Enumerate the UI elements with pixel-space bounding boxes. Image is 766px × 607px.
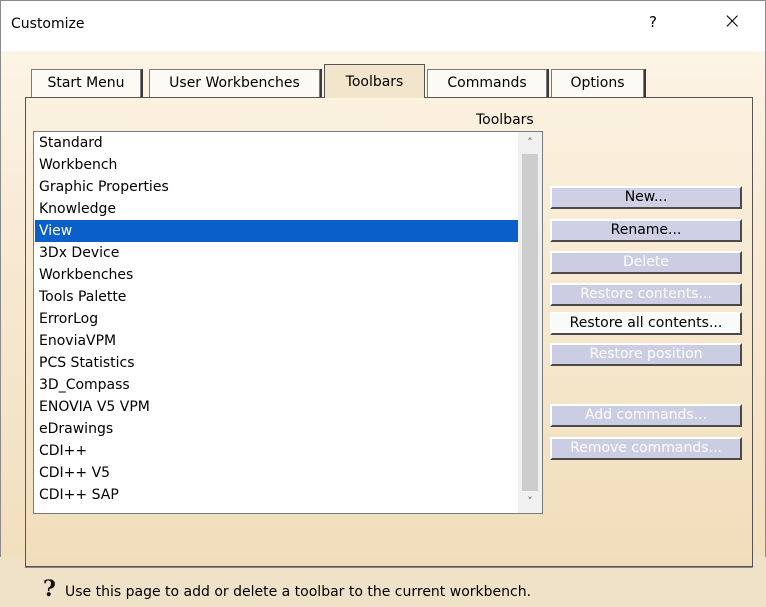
- tab-start-menu[interactable]: Start Menu: [31, 69, 141, 97]
- restore-contents-button[interactable]: Restore contents...: [550, 283, 742, 306]
- list-item[interactable]: 3D_Compass: [35, 374, 519, 396]
- restore-all-contents-button[interactable]: Restore all contents...: [550, 312, 742, 335]
- status-text: Use this page to add or delete a toolbar…: [65, 584, 532, 600]
- list-item[interactable]: PCS Statistics: [35, 352, 519, 374]
- list-scrollbar[interactable]: ˄ ˅: [518, 132, 542, 513]
- status-bar: ? Use this page to add or delete a toolb…: [25, 567, 753, 607]
- rename-toolbar-button[interactable]: Rename...: [550, 219, 742, 242]
- list-item[interactable]: CDI++ V5: [35, 462, 519, 484]
- delete-toolbar-button[interactable]: Delete: [550, 251, 742, 274]
- list-item[interactable]: eDrawings: [35, 418, 519, 440]
- tab-user-workbenches[interactable]: User Workbenches: [149, 69, 320, 97]
- customize-dialog: Customize ? × Start Menu User Workbenche…: [0, 0, 766, 602]
- list-item[interactable]: 3Dx Device: [35, 242, 519, 264]
- restore-position-button[interactable]: Restore position: [550, 343, 742, 366]
- new-toolbar-button[interactable]: New...: [550, 186, 742, 209]
- scroll-thumb[interactable]: [522, 154, 538, 491]
- remove-commands-button[interactable]: Remove commands...: [550, 437, 742, 460]
- tab-commands[interactable]: Commands: [427, 69, 547, 97]
- toolbars-listbox[interactable]: Standard Workbench Graphic Properties Kn…: [33, 131, 543, 514]
- toolbars-panel: Toolbars Standard Workbench Graphic Prop…: [25, 97, 753, 567]
- tab-toolbars[interactable]: Toolbars: [324, 64, 425, 98]
- scroll-down-arrow-icon[interactable]: ˅: [518, 491, 542, 513]
- list-item[interactable]: Tools Palette: [35, 286, 519, 308]
- question-mark-icon: ?: [43, 576, 56, 602]
- list-item[interactable]: EnoviaVPM: [35, 330, 519, 352]
- list-item[interactable]: Standard: [35, 132, 519, 154]
- list-item[interactable]: Workbench: [35, 154, 519, 176]
- toolbars-group-label: Toolbars: [476, 112, 534, 128]
- list-item[interactable]: Workbenches: [35, 264, 519, 286]
- list-item[interactable]: CDI++ SAP: [35, 484, 519, 506]
- list-item[interactable]: Knowledge: [35, 198, 519, 220]
- list-item[interactable]: CDI++: [35, 440, 519, 462]
- close-button[interactable]: ×: [723, 9, 741, 34]
- list-item[interactable]: ErrorLog: [35, 308, 519, 330]
- list-item[interactable]: ENOVIA V5 VPM: [35, 396, 519, 418]
- scroll-up-arrow-icon[interactable]: ˄: [518, 132, 542, 154]
- add-commands-button[interactable]: Add commands...: [550, 404, 742, 427]
- title-bar: Customize ? ×: [1, 1, 765, 51]
- dialog-title: Customize: [11, 16, 85, 32]
- help-button[interactable]: ?: [649, 13, 657, 31]
- list-item-selected[interactable]: View: [35, 220, 519, 242]
- dialog-client: Start Menu User Workbenches Toolbars Com…: [1, 51, 765, 602]
- tab-options[interactable]: Options: [551, 69, 644, 97]
- list-item[interactable]: Graphic Properties: [35, 176, 519, 198]
